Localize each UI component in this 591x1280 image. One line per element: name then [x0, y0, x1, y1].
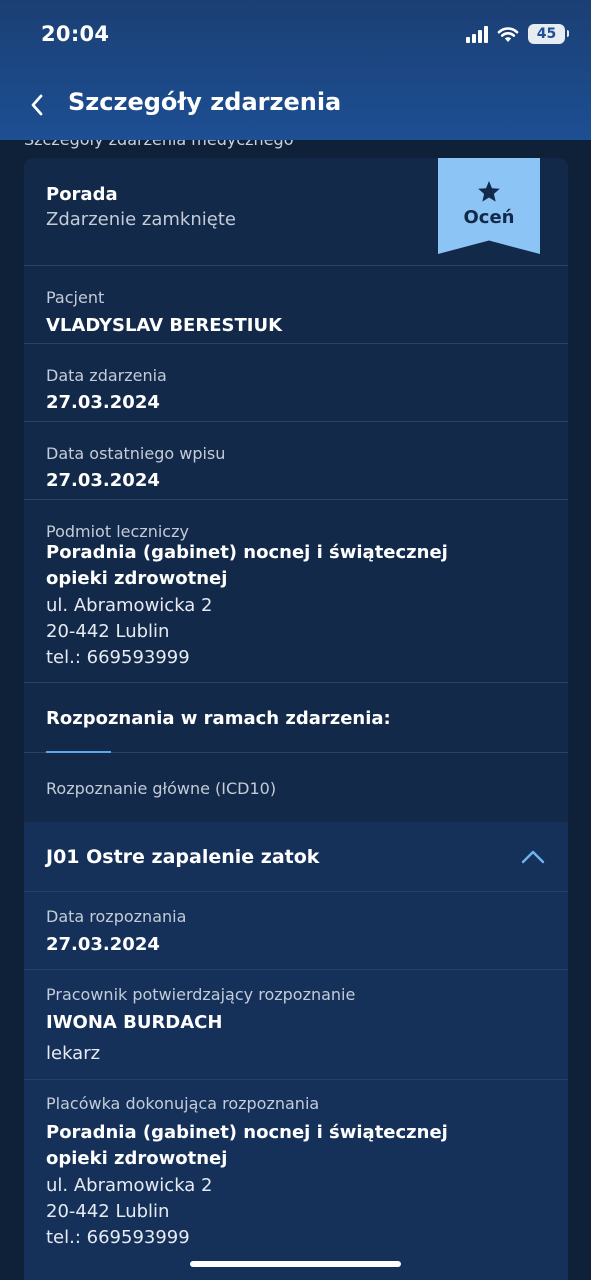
worker-label: Pracownik potwierdzający rozpoznanie — [46, 985, 356, 1004]
status-time: 20:04 — [41, 22, 110, 46]
facility-street: ul. Abramowicka 2 — [46, 1175, 213, 1196]
event-summary: Porada Zdarzenie zamknięte Oceń — [24, 158, 568, 266]
wifi-icon — [497, 26, 519, 42]
worker-section: Pracownik potwierdzający rozpoznanie IWO… — [24, 970, 568, 1080]
event-date: 27.03.2024 — [46, 392, 160, 413]
event-type: Porada — [46, 184, 118, 205]
back-button[interactable] — [30, 90, 52, 120]
facility-name-line1: Poradnia (gabinet) nocnej i świątecznej — [46, 1122, 448, 1143]
event-date-label: Data zdarzenia — [46, 366, 167, 385]
chevron-up-icon[interactable] — [520, 846, 546, 868]
provider-city: 20-442 Lublin — [46, 621, 170, 642]
home-indicator[interactable] — [190, 1261, 401, 1267]
diagnosis-panel: J01 Ostre zapalenie zatok Data rozpoznan… — [24, 822, 568, 1280]
event-date-section: Data zdarzenia 27.03.2024 — [24, 344, 568, 422]
patient-name: VLADYSLAV BERESTIUK — [46, 315, 283, 336]
provider-street: ul. Abramowicka 2 — [46, 595, 213, 616]
provider-section: Podmiot leczniczy Poradnia (gabinet) noc… — [24, 500, 568, 683]
back-icon — [31, 94, 43, 116]
facility-section: Placówka dokonująca rozpoznania Poradnia… — [24, 1080, 568, 1280]
provider-name-line2: opieki zdrowotnej — [46, 568, 228, 589]
rate-button[interactable]: Oceń — [438, 158, 540, 254]
diagnosis-date-section: Data rozpoznania 27.03.2024 — [24, 892, 568, 970]
status-icons: 45 — [466, 24, 569, 44]
app-header: 20:04 45 Szczegóły zdarzenia — [0, 0, 591, 140]
tab-indicator — [46, 751, 111, 753]
patient-label: Pacjent — [46, 288, 105, 307]
worker-name: IWONA BURDACH — [46, 1012, 223, 1033]
diagnosis-title: J01 Ostre zapalenie zatok — [46, 846, 320, 868]
signal-icon — [466, 25, 488, 43]
star-icon — [478, 181, 500, 202]
facility-name-line2: opieki zdrowotnej — [46, 1148, 228, 1169]
diagnosis-date-label: Data rozpoznania — [46, 907, 187, 926]
last-entry-section: Data ostatniego wpisu 27.03.2024 — [24, 422, 568, 500]
battery-icon: 45 — [528, 24, 569, 44]
facility-city: 20-442 Lublin — [46, 1201, 170, 1222]
provider-phone[interactable]: tel.: 669593999 — [46, 647, 190, 668]
event-status: Zdarzenie zamknięte — [46, 209, 236, 230]
page-title: Szczegóły zdarzenia — [68, 88, 342, 116]
provider-label: Podmiot leczniczy — [46, 522, 189, 541]
patient-section: Pacjent VLADYSLAV BERESTIUK — [24, 266, 568, 344]
main-diagnosis-label: Rozpoznanie główne (ICD10) — [46, 779, 277, 798]
last-entry-label: Data ostatniego wpisu — [46, 444, 226, 463]
diagnoses-heading: Rozpoznania w ramach zdarzenia: — [46, 708, 391, 729]
event-card: Porada Zdarzenie zamknięte Oceń Pacjent … — [24, 158, 568, 1280]
worker-role: lekarz — [46, 1043, 101, 1064]
facility-phone[interactable]: tel.: 669593999 — [46, 1227, 190, 1248]
diagnosis-header[interactable]: J01 Ostre zapalenie zatok — [24, 822, 568, 892]
facility-label: Placówka dokonująca rozpoznania — [46, 1094, 320, 1113]
diagnosis-date: 27.03.2024 — [46, 934, 160, 955]
provider-name-line1: Poradnia (gabinet) nocnej i świątecznej — [46, 542, 448, 563]
last-entry-date: 27.03.2024 — [46, 470, 160, 491]
rate-label: Oceń — [463, 207, 515, 228]
